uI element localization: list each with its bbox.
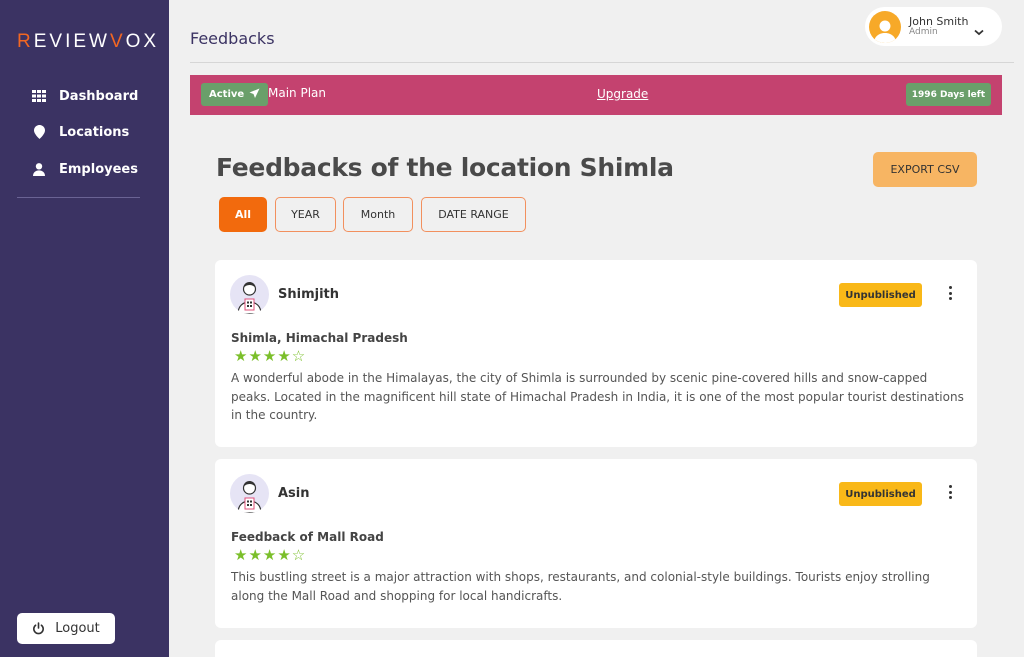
user-role: Admin <box>909 26 938 37</box>
page-title: Feedbacks <box>190 29 275 48</box>
filter-year-button[interactable]: YEAR <box>275 197 336 232</box>
upgrade-link[interactable]: Upgrade <box>597 87 648 101</box>
sidebar-item-locations[interactable]: Locations <box>31 120 129 144</box>
user-name: John Smith <box>909 14 969 28</box>
logout-label: Logout <box>55 621 100 636</box>
brand-logo[interactable]: REVIEWVOX <box>17 31 159 53</box>
paper-plane-icon <box>249 88 260 102</box>
plan-status-label: Active <box>209 89 245 100</box>
user-menu[interactable]: John Smith Admin <box>865 7 1002 46</box>
sidebar-item-employees[interactable]: Employees <box>31 157 138 181</box>
feedback-title: Feedback of Mall Road <box>231 530 384 544</box>
reviewer-name: Shimjith <box>278 287 340 302</box>
location-pin-icon <box>31 125 47 139</box>
user-avatar-icon <box>869 10 901 43</box>
reviewer-name: Asin <box>278 486 310 501</box>
feedback-text: This bustling street is a major attracti… <box>231 570 930 603</box>
more-options-icon[interactable] <box>944 483 956 501</box>
sidebar: REVIEWVOX Dashboard Locations Employees … <box>0 0 169 657</box>
reviewer-avatar-icon <box>230 275 269 314</box>
sidebar-item-label: Employees <box>59 161 138 177</box>
sidebar-divider <box>17 197 140 198</box>
sidebar-item-label: Locations <box>59 124 130 140</box>
plan-banner: Active Main Plan Upgrade 1996 Days left <box>190 75 1002 115</box>
header-divider <box>190 62 1014 63</box>
grid-icon <box>31 90 47 102</box>
power-icon <box>32 622 45 635</box>
feedback-card: Shimjith Unpublished Shimla, Himachal Pr… <box>215 260 977 447</box>
person-icon <box>31 162 47 176</box>
sidebar-item-dashboard[interactable]: Dashboard <box>31 84 138 108</box>
plan-status-badge: Active <box>201 83 269 106</box>
star-rating: ★★★★☆ <box>234 546 307 564</box>
export-csv-button[interactable]: EXPORT CSV <box>873 152 977 187</box>
chevron-down-icon[interactable] <box>974 21 984 40</box>
filter-all-button[interactable]: All <box>219 197 267 232</box>
reviewer-avatar-icon <box>230 474 269 513</box>
status-badge: Unpublished <box>839 283 922 307</box>
star-rating: ★★★★☆ <box>234 347 307 365</box>
logout-button[interactable]: Logout <box>17 613 115 644</box>
feedback-text: A wonderful abode in the Himalayas, the … <box>231 371 964 422</box>
location-heading: Feedbacks of the location Shimla <box>216 153 674 182</box>
feedback-title: Shimla, Himachal Pradesh <box>231 331 408 345</box>
days-left-badge: 1996 Days left <box>905 83 991 106</box>
filter-date-range-button[interactable]: DATE RANGE <box>421 197 526 232</box>
feedback-card: Asin Unpublished Feedback of Mall Road ★… <box>215 459 977 628</box>
status-badge: Unpublished <box>839 482 922 506</box>
more-options-icon[interactable] <box>944 284 956 302</box>
sidebar-item-label: Dashboard <box>59 88 139 104</box>
plan-name: Main Plan <box>268 86 326 100</box>
filter-month-button[interactable]: Month <box>343 197 413 232</box>
feedback-card <box>215 640 977 657</box>
